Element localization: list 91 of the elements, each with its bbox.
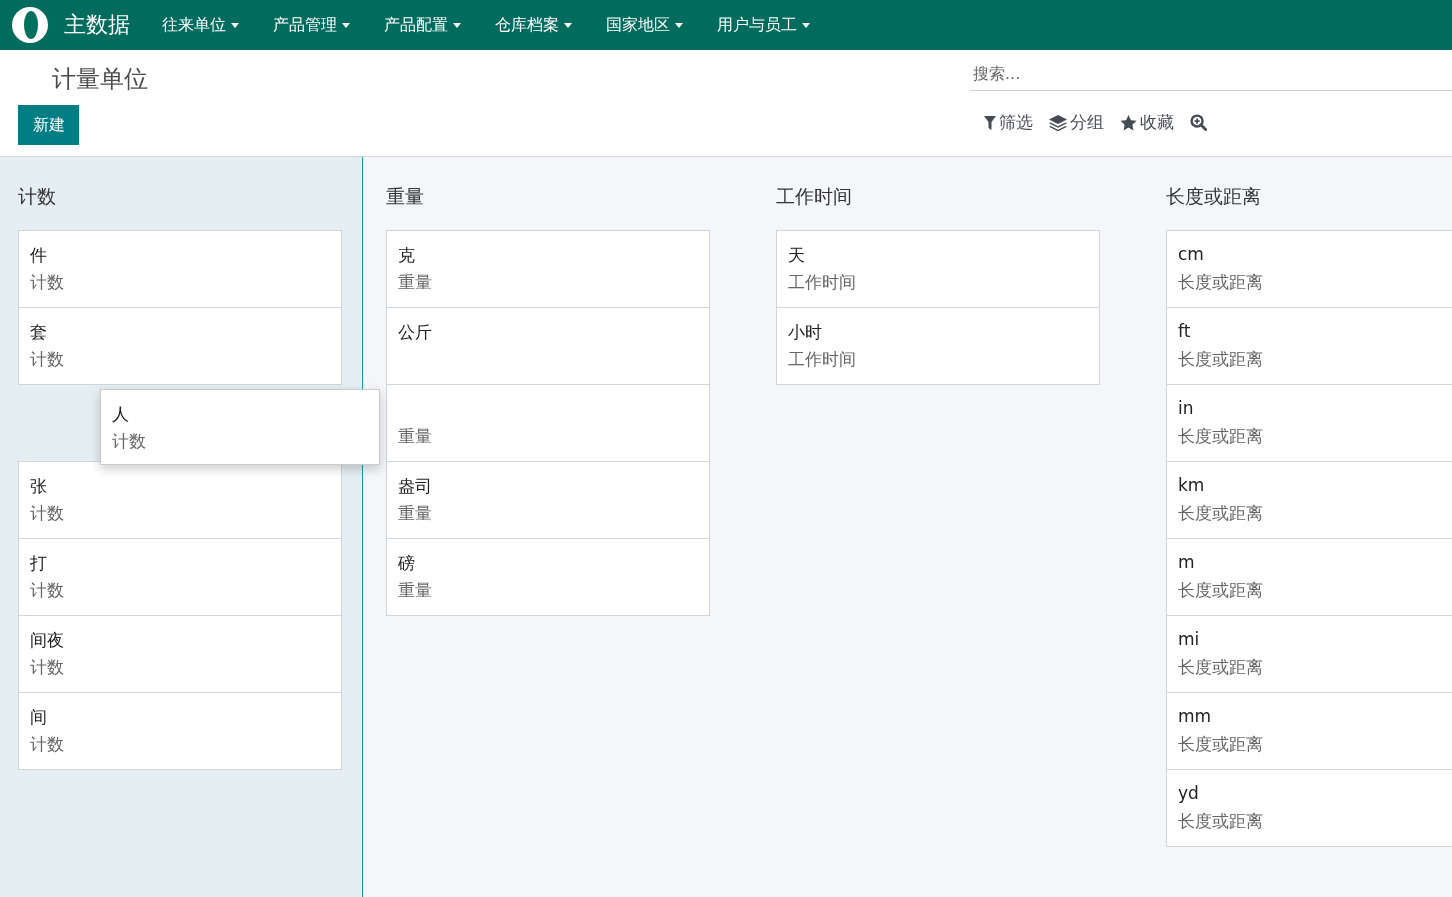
caret-icon [564, 22, 572, 28]
kanban-card[interactable]: cm 长度或距离 [1166, 230, 1452, 308]
kanban-card[interactable]: 套 计数 [18, 307, 342, 385]
kanban-card[interactable]: in 长度或距离 [1166, 384, 1452, 462]
unit-name: 克 [398, 244, 415, 267]
unit-category: 工作时间 [788, 271, 856, 294]
kanban-card[interactable]: 盎司 重量 [386, 461, 710, 539]
unit-name: m [1178, 552, 1195, 574]
unit-category: 计数 [30, 579, 64, 602]
column-title: 重量 [386, 184, 425, 209]
unit-category: 计数 [30, 656, 64, 679]
unit-name: 天 [788, 244, 805, 267]
menu-item[interactable]: 往来单位 [144, 14, 255, 36]
kanban-card[interactable]: ft 长度或距离 [1166, 307, 1452, 385]
kanban-card[interactable]: 磅 重量 [386, 538, 710, 616]
unit-category: 长度或距离 [1178, 579, 1263, 602]
unit-category: 计数 [30, 733, 64, 756]
unit-name: cm [1178, 244, 1204, 266]
unit-category: 重量 [398, 579, 432, 602]
kanban-card[interactable]: 间夜 计数 [18, 615, 342, 693]
zoom-in-icon [1190, 114, 1207, 131]
caret-icon [342, 22, 350, 28]
unit-category: 计数 [112, 430, 146, 453]
kanban-card[interactable]: 公斤 [386, 307, 710, 385]
unit-name: 间夜 [30, 629, 64, 652]
unit-category: 计数 [30, 348, 64, 371]
unit-name: yd [1178, 783, 1199, 805]
caret-icon [802, 22, 810, 28]
filter-icon [984, 115, 996, 130]
kanban-card[interactable]: m 长度或距离 [1166, 538, 1452, 616]
caret-icon [675, 22, 683, 28]
column-title: 工作时间 [776, 184, 853, 209]
kanban-card[interactable]: 打 计数 [18, 538, 342, 616]
unit-name: 件 [30, 244, 47, 267]
unit-name: 张 [30, 475, 47, 498]
app-name[interactable]: 主数据 [64, 10, 130, 40]
caret-icon [231, 22, 239, 28]
unit-name: ft [1178, 321, 1191, 343]
unit-category: 重量 [398, 502, 432, 525]
favorites-button[interactable]: 收藏 [1116, 111, 1184, 134]
kanban-card[interactable]: yd 长度或距离 [1166, 769, 1452, 847]
column-title: 计数 [18, 184, 57, 209]
unit-category: 长度或距离 [1178, 810, 1263, 833]
unit-category: 长度或距离 [1178, 425, 1263, 448]
unit-category: 重量 [398, 271, 432, 294]
unit-category: 长度或距离 [1178, 271, 1263, 294]
menu-item[interactable]: 用户与员工 [699, 14, 826, 36]
star-icon [1120, 114, 1137, 131]
unit-category: 长度或距离 [1178, 733, 1263, 756]
kanban-card[interactable]: 张 计数 [18, 461, 342, 539]
kanban-card[interactable]: 克 重量 [386, 230, 710, 308]
logo-icon[interactable] [12, 7, 48, 43]
kanban-card[interactable]: mi 长度或距离 [1166, 615, 1452, 693]
unit-name: 小时 [788, 321, 822, 344]
unit-category: 重量 [398, 425, 432, 448]
unit-name: 打 [30, 552, 47, 575]
column-title: 长度或距离 [1166, 184, 1262, 209]
unit-category: 长度或距离 [1178, 348, 1263, 371]
group-by-button[interactable]: 分组 [1045, 111, 1114, 134]
kanban-card[interactable]: 重量 [386, 384, 710, 462]
menu-item[interactable]: 国家地区 [588, 14, 699, 36]
unit-name: 磅 [398, 552, 415, 575]
menu-item[interactable]: 产品管理 [255, 14, 366, 36]
unit-name: 间 [30, 706, 47, 729]
unit-name: 套 [30, 321, 47, 344]
unit-category: 计数 [30, 271, 64, 294]
kanban-card[interactable]: 间 计数 [18, 692, 342, 770]
create-button[interactable]: 新建 [18, 105, 79, 145]
caret-icon [453, 22, 461, 28]
kanban-card[interactable]: 天 工作时间 [776, 230, 1100, 308]
menu-item[interactable]: 仓库档案 [477, 14, 588, 36]
unit-category: 计数 [30, 502, 64, 525]
kanban-card[interactable]: km 长度或距离 [1166, 461, 1452, 539]
layers-icon [1049, 114, 1067, 131]
kanban-card[interactable]: mm 长度或距离 [1166, 692, 1452, 770]
unit-name: mi [1178, 629, 1200, 651]
kanban-card[interactable]: 件 计数 [18, 230, 342, 308]
unit-category: 长度或距离 [1178, 656, 1263, 679]
dragged-card[interactable]: 人 计数 [100, 389, 380, 465]
unit-category: 长度或距离 [1178, 502, 1263, 525]
unit-name: in [1178, 398, 1194, 420]
unit-name: 公斤 [398, 321, 432, 344]
menu-item[interactable]: 产品配置 [366, 14, 477, 36]
unit-name: km [1178, 475, 1205, 497]
unit-name: 人 [112, 403, 129, 426]
page-title: 计量单位 [52, 64, 148, 95]
unit-category: 工作时间 [788, 348, 856, 371]
unit-name: mm [1178, 706, 1212, 728]
filter-button[interactable]: 筛选 [980, 111, 1043, 134]
unit-name: 盎司 [398, 475, 432, 498]
kanban-card[interactable]: 小时 工作时间 [776, 307, 1100, 385]
